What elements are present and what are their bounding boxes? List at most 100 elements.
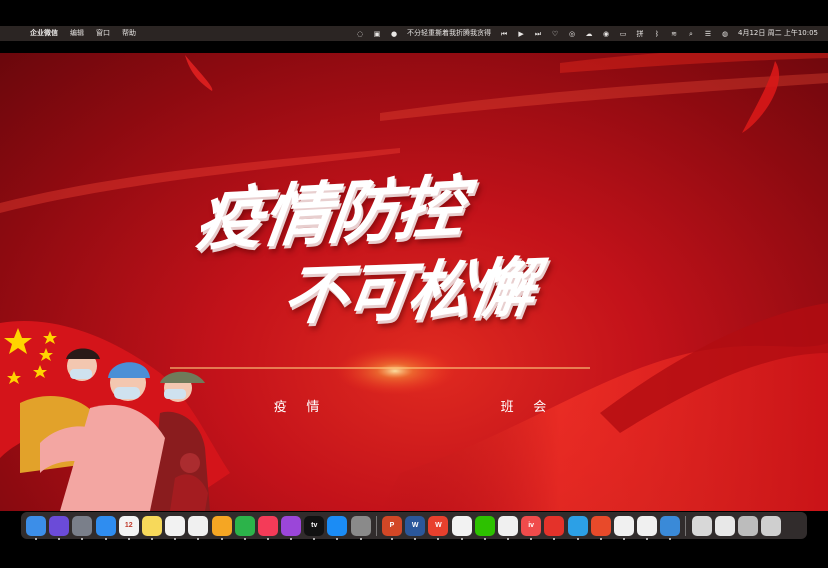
photos-icon[interactable] xyxy=(188,515,209,540)
chrome-icon[interactable] xyxy=(451,515,472,540)
menu-bar: 企业微信 编辑 窗口 帮助 ◌ ▣ ● 不分轻重撕着我折腾我贪得 ⏮ ▶ ⏭ ♡… xyxy=(0,26,828,41)
running-indicator xyxy=(599,537,602,540)
now-playing-title[interactable]: 不分轻重撕着我折腾我贪得 xyxy=(407,26,491,41)
recent-document-2-icon[interactable] xyxy=(714,515,735,536)
wps-label: W xyxy=(435,522,442,529)
wps-icon[interactable]: W xyxy=(428,515,449,540)
running-indicator xyxy=(127,537,130,540)
record-icon[interactable]: ◉ xyxy=(602,30,610,38)
dock-separator xyxy=(685,515,687,536)
numbers-icon[interactable] xyxy=(234,515,255,540)
running-indicator xyxy=(530,537,533,540)
siri-status-icon[interactable]: ◍ xyxy=(721,30,729,38)
status-qq-icon[interactable]: ● xyxy=(390,30,398,38)
dock: 12 tv P W Wiv xyxy=(21,512,807,540)
running-indicator xyxy=(290,537,293,540)
reminders-icon[interactable] xyxy=(165,515,186,540)
running-indicator xyxy=(220,537,223,540)
launchpad-icon[interactable] xyxy=(72,515,93,540)
word-icon[interactable]: W xyxy=(405,515,426,540)
photo-editor-icon[interactable] xyxy=(660,515,681,540)
slide-subtitle: 疫 情 班 会 xyxy=(0,396,828,415)
running-indicator xyxy=(313,537,316,540)
light-streak xyxy=(560,53,828,73)
running-indicator xyxy=(150,537,153,540)
podcasts-icon[interactable] xyxy=(281,515,302,540)
input-method-icon[interactable]: 拼 xyxy=(636,30,644,38)
running-indicator xyxy=(576,537,579,540)
dock-separator xyxy=(375,515,377,536)
running-indicator xyxy=(336,537,339,540)
qq-icon[interactable] xyxy=(613,515,634,540)
bluetooth-icon[interactable]: ᛒ xyxy=(653,30,661,38)
calendar-icon[interactable]: 12 xyxy=(118,515,139,540)
menu-clock[interactable]: 4月12日 周二 上午10:05 xyxy=(738,26,818,41)
netease-music-icon[interactable] xyxy=(544,515,565,540)
calendar-label: 12 xyxy=(124,522,133,529)
siri-icon[interactable] xyxy=(49,515,70,540)
iqiyi-icon[interactable]: iv xyxy=(521,515,542,540)
app-store-icon[interactable] xyxy=(327,515,348,540)
running-indicator xyxy=(646,537,649,540)
safari-icon[interactable] xyxy=(95,515,116,540)
video-app-icon[interactable] xyxy=(497,515,518,540)
tool-app-icon[interactable] xyxy=(590,515,611,540)
tv-icon[interactable]: tv xyxy=(304,515,325,540)
presentation-slide: 疫情防控 不可松懈 疫 情 班 会 xyxy=(0,53,828,511)
pages-icon[interactable] xyxy=(211,515,232,540)
heart-icon[interactable]: ♡ xyxy=(551,30,559,38)
running-indicator xyxy=(437,537,440,540)
menu-edit[interactable]: 编辑 xyxy=(70,26,84,41)
subtitle-right-text: 班 会 xyxy=(500,399,555,414)
iqiyi-label: iv xyxy=(528,522,535,529)
quark-icon[interactable] xyxy=(637,515,658,540)
slide-title-line-2: 不可松懈 xyxy=(278,250,539,335)
light-flare xyxy=(335,347,455,395)
running-indicator xyxy=(243,537,246,540)
running-indicator xyxy=(506,537,509,540)
wechat-status-icon[interactable]: ☁ xyxy=(585,30,593,38)
running-indicator xyxy=(81,537,84,540)
running-indicator xyxy=(104,537,107,540)
menu-window[interactable]: 窗口 xyxy=(96,26,110,41)
wecom-icon[interactable] xyxy=(567,515,588,540)
spotlight-search-icon[interactable]: ⌕ xyxy=(687,30,695,38)
subtitle-left-text: 疫 情 xyxy=(273,399,328,414)
wechat-icon[interactable] xyxy=(474,515,495,540)
control-center-icon[interactable]: ☰ xyxy=(704,30,712,38)
music-icon[interactable] xyxy=(257,515,278,540)
status-chat-icon[interactable]: ◌ xyxy=(356,30,364,38)
next-track-icon[interactable]: ⏭ xyxy=(534,30,542,38)
wifi-icon[interactable]: ≋ xyxy=(670,30,678,38)
play-icon[interactable]: ▶ xyxy=(517,30,525,38)
running-indicator xyxy=(483,537,486,540)
battery-icon[interactable]: ▭ xyxy=(619,30,627,38)
status-wps-icon[interactable]: ▣ xyxy=(373,30,381,38)
powerpoint-label: P xyxy=(389,522,395,529)
finder-icon[interactable] xyxy=(26,515,46,540)
running-indicator xyxy=(174,537,177,540)
previous-track-icon[interactable]: ⏮ xyxy=(500,30,508,38)
recent-document-1-icon[interactable] xyxy=(691,515,712,536)
tv-label: tv xyxy=(311,522,318,529)
running-indicator xyxy=(391,537,393,540)
notes-icon[interactable] xyxy=(141,515,162,540)
light-line xyxy=(170,367,590,369)
trash-icon[interactable] xyxy=(761,515,782,536)
running-indicator xyxy=(359,537,362,540)
word-label: W xyxy=(411,522,419,529)
running-indicator xyxy=(58,537,61,540)
menu-help[interactable]: 帮助 xyxy=(122,26,136,41)
recent-document-3-icon[interactable] xyxy=(738,515,758,536)
running-indicator xyxy=(553,537,556,540)
menu-app-name[interactable]: 企业微信 xyxy=(30,26,58,41)
running-indicator xyxy=(669,537,672,540)
running-indicator xyxy=(35,537,37,540)
system-preferences-icon[interactable] xyxy=(350,515,371,540)
powerpoint-icon[interactable]: P xyxy=(382,515,402,540)
apple-menu-icon[interactable] xyxy=(10,30,18,38)
netease-status-icon[interactable]: ◎ xyxy=(568,30,576,38)
running-indicator xyxy=(414,537,417,540)
running-indicator xyxy=(266,537,269,540)
running-indicator xyxy=(460,537,463,540)
